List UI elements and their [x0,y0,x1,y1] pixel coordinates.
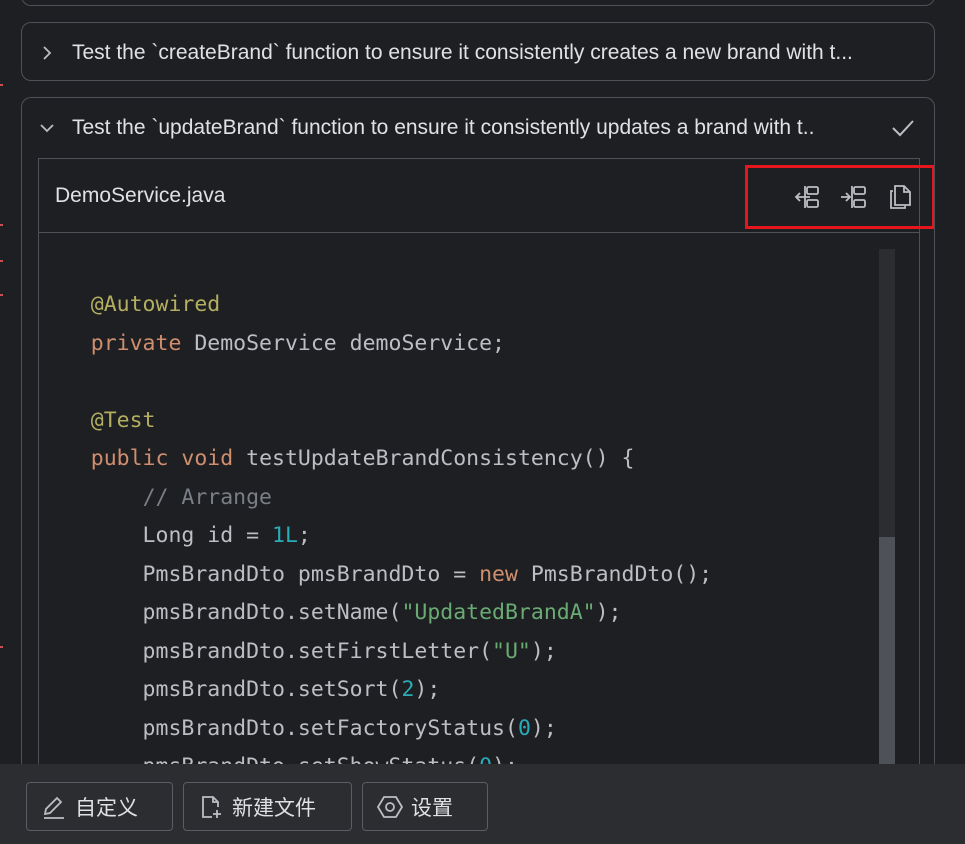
gutter-marker [0,646,3,648]
gutter-marker [0,84,3,86]
settings-icon [377,795,403,818]
code-line: // Arrange [142,484,273,510]
file-actions-highlight [745,164,934,229]
copy-icon[interactable] [884,181,916,213]
scrollbar-thumb[interactable] [879,537,895,777]
insert-at-cursor-icon[interactable] [792,181,824,213]
file-name: DemoService.java [55,183,226,207]
code-line: Long id = 1L; [39,523,311,548]
settings-button-label: 设置 [411,796,453,820]
code-line: pmsBrandDto.setName("UpdatedBrandA"); [39,600,622,625]
test-card-title: Test the `updateBrand` function to ensur… [72,115,815,139]
check-icon [890,115,916,141]
bottom-toolbar: 自定义 新建文件 设置 [0,764,965,844]
custom-button-label: 自定义 [75,796,138,820]
new-file-button-label: 新建文件 [232,796,316,820]
code-file-panel: DemoService.java @Autowired private Demo… [38,158,934,817]
settings-button[interactable]: 设置 [362,782,488,831]
gutter-marker [0,260,3,262]
pencil-icon [43,796,64,819]
new-file-button[interactable]: 新建文件 [183,782,352,831]
test-card-header[interactable]: Test the `createBrand` function to ensur… [22,23,934,82]
insert-into-file-icon[interactable] [838,181,870,213]
file-header: DemoService.java [39,159,934,233]
code-line: pmsBrandDto.setSort(2); [39,677,441,702]
gutter-marker [0,294,3,296]
new-file-icon [202,795,221,818]
previous-card [21,0,935,6]
code-line: public void testUpdateBrandConsistency()… [90,446,635,471]
code-line: pmsBrandDto.setFirstLetter("U"); [39,638,557,664]
gutter-marker [0,224,3,226]
code-line: PmsBrandDto pmsBrandDto = new PmsBrandDt… [39,561,713,587]
code-line: @Test [90,407,156,433]
code-line: pmsBrandDto.setFactoryStatus(0); [39,715,557,741]
code-editor[interactable]: @Autowired private DemoService demoServi… [39,234,879,817]
test-card-create-brand[interactable]: Test the `createBrand` function to ensur… [21,22,935,81]
code-line: private DemoService demoService; [90,330,505,356]
code-line: @Autowired [90,292,221,317]
test-card-header[interactable]: Test the `updateBrand` function to ensur… [22,98,934,157]
custom-button[interactable]: 自定义 [26,782,173,831]
test-card-update-brand[interactable]: Test the `updateBrand` function to ensur… [21,97,935,817]
test-card-title: Test the `createBrand` function to ensur… [72,40,853,64]
chevron-down-icon[interactable] [40,121,54,135]
chevron-right-icon[interactable] [40,45,54,60]
scrollbar-track[interactable] [879,249,895,817]
